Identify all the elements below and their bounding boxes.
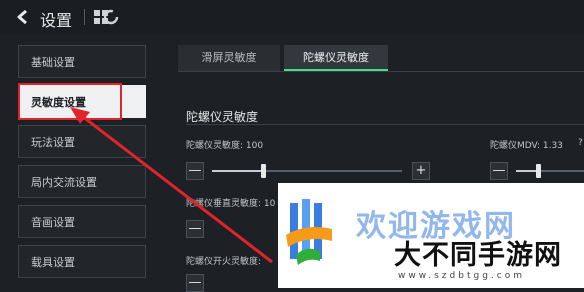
watermark-url: www.szdbtgg.com (398, 271, 525, 281)
watermark-logo (286, 199, 332, 265)
watermark-main-text: 大不同手游网 (394, 240, 562, 271)
